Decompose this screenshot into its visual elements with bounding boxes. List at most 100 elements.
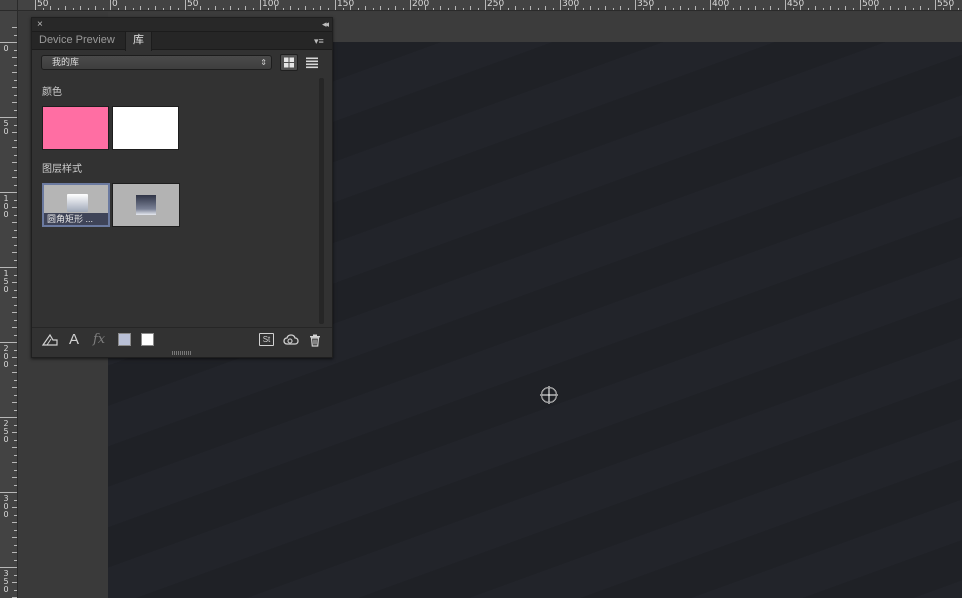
ruler-tick	[147, 8, 149, 10]
ruler-tick	[410, 0, 411, 10]
library-select-value: 我的库	[52, 57, 80, 67]
ruler-tick	[935, 0, 936, 10]
ruler-tick	[12, 177, 17, 178]
list-view-button[interactable]	[303, 54, 321, 71]
creative-cloud-icon[interactable]	[282, 332, 300, 348]
ruler-tick	[140, 6, 141, 10]
ruler-label: 0	[3, 44, 9, 53]
ruler-label: 200	[412, 0, 430, 9]
ruler-tick	[14, 409, 17, 411]
ruler-tick	[830, 6, 831, 10]
panel-footer: A fx St	[32, 327, 332, 351]
ruler-tick	[12, 432, 17, 433]
colors-section-label: 颜色	[42, 87, 62, 98]
ruler-tick	[440, 6, 441, 10]
ruler-tick	[762, 8, 764, 10]
ruler-tick	[815, 6, 816, 10]
ruler-tick	[282, 8, 284, 10]
panel-scrollbar[interactable]	[319, 78, 324, 324]
trash-icon[interactable]	[307, 332, 323, 348]
ruler-tick	[12, 147, 17, 148]
grid-view-icon	[284, 57, 294, 68]
ruler-corner	[0, 0, 18, 11]
ruler-tick	[12, 402, 17, 403]
panel-resize-grip[interactable]	[172, 351, 192, 355]
ruler-tick	[755, 6, 756, 10]
ruler-label: 250	[487, 0, 505, 9]
ruler-tick	[14, 364, 17, 366]
ruler-tick	[12, 207, 17, 208]
ruler-tick	[462, 8, 464, 10]
ruler-tick	[515, 6, 516, 10]
layer-style-preview	[136, 195, 156, 215]
ruler-tick	[14, 34, 17, 36]
color-swatch-white[interactable]	[112, 106, 179, 150]
ruler-tick	[14, 394, 17, 396]
ruler-tick	[12, 537, 17, 538]
ruler-tick	[102, 8, 104, 10]
ruler-tick	[12, 132, 17, 133]
ruler-tick	[447, 8, 449, 10]
ruler-tick	[402, 8, 404, 10]
ruler-tick	[177, 8, 179, 10]
ruler-tick	[12, 72, 17, 73]
ruler-tick	[72, 8, 74, 10]
ruler-tick	[582, 8, 584, 10]
ruler-tick	[0, 492, 17, 493]
panel-titlebar[interactable]: × ◂◂	[32, 18, 332, 32]
ruler-tick	[897, 8, 899, 10]
tab-device-preview[interactable]: Device Preview	[32, 32, 122, 50]
layer-style-rounded-rect[interactable]: 圆角矩形 ...	[42, 183, 110, 227]
library-select[interactable]: 我的库 ⇕	[41, 55, 272, 70]
vertical-ruler[interactable]: 0 50 100 150 200 250 300 350	[0, 11, 18, 598]
ruler-tick	[87, 8, 89, 10]
ruler-tick	[14, 529, 17, 531]
ruler-tick	[627, 8, 629, 10]
ruler-tick	[822, 8, 824, 10]
ruler-tick	[507, 8, 509, 10]
add-text-icon[interactable]: A	[69, 332, 79, 348]
ruler-tick	[672, 8, 674, 10]
horizontal-ruler[interactable]: 50 0 50 100 150 200 250 300 350 400 450 500 550	[18, 0, 962, 11]
ruler-tick	[357, 8, 359, 10]
ruler-tick	[12, 57, 17, 58]
ruler-tick	[657, 8, 659, 10]
ruler-tick	[132, 8, 134, 10]
ruler-tick	[597, 8, 599, 10]
stock-icon[interactable]: St	[259, 333, 274, 346]
ruler-tick	[14, 304, 17, 306]
ruler-tick	[680, 6, 681, 10]
ruler-tick	[252, 8, 254, 10]
ruler-tick	[14, 64, 17, 66]
ruler-tick	[260, 0, 261, 10]
ruler-tick	[845, 6, 846, 10]
ruler-tick	[665, 6, 666, 10]
grid-view-button[interactable]	[280, 54, 298, 71]
add-graphic-icon[interactable]	[41, 332, 59, 348]
ruler-tick	[12, 27, 17, 28]
collapse-icon[interactable]: ◂◂	[322, 18, 329, 31]
ruler-tick	[395, 6, 396, 10]
ruler-tick	[12, 312, 17, 313]
foreground-color-icon[interactable]	[118, 333, 131, 346]
ruler-tick	[170, 6, 171, 10]
ruler-tick	[14, 274, 17, 276]
ruler-tick	[785, 0, 786, 10]
ruler-label: 250	[3, 419, 9, 444]
layer-style-dark-gradient[interactable]	[112, 183, 180, 227]
color-swatch-pink[interactable]	[42, 106, 109, 150]
background-color-icon[interactable]	[141, 333, 154, 346]
close-icon[interactable]: ×	[37, 19, 43, 31]
ruler-tick	[14, 259, 17, 261]
add-fx-icon[interactable]: fx	[93, 332, 105, 348]
ruler-tick	[185, 0, 186, 10]
panel-menu-icon[interactable]: ▾≡	[314, 35, 328, 47]
ruler-tick	[14, 499, 17, 501]
ruler-tick	[290, 6, 291, 10]
ruler-tick	[14, 379, 17, 381]
ruler-tick	[12, 87, 17, 88]
ruler-tick	[65, 6, 66, 10]
ruler-label: 150	[337, 0, 355, 9]
tab-library[interactable]: 库	[125, 32, 152, 51]
ruler-tick	[747, 8, 749, 10]
